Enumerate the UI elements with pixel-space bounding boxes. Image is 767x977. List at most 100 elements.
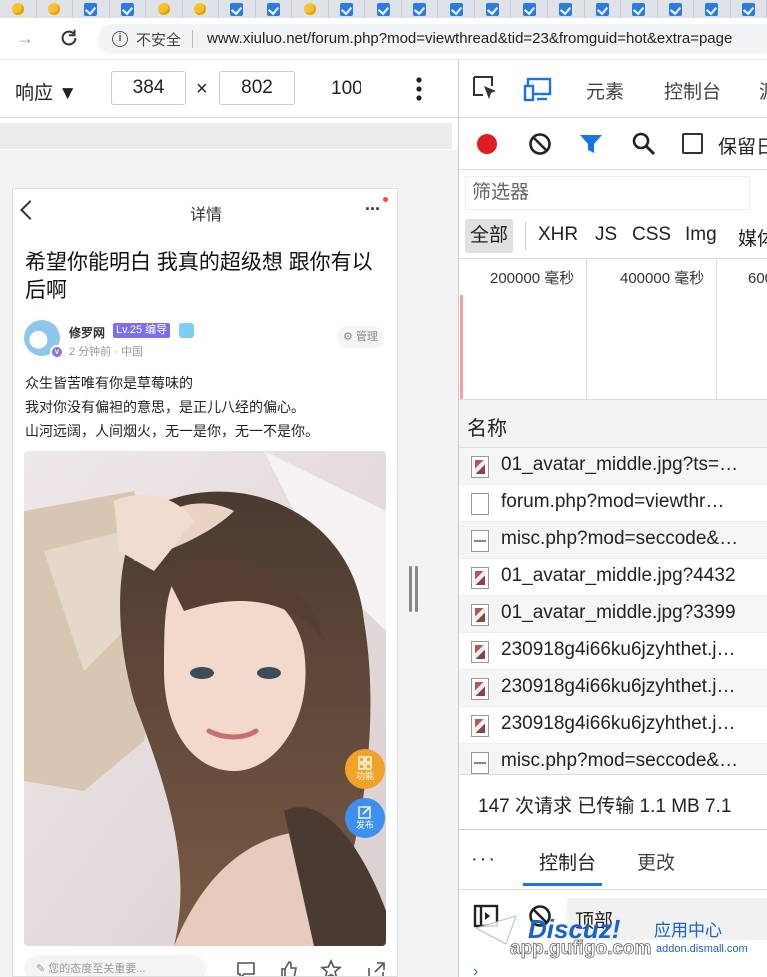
type-xhr[interactable]: XHR (538, 224, 578, 246)
drawer-tab-console[interactable]: 控制台 (539, 848, 596, 875)
responsive-dropdown[interactable]: 响应 ▼ (15, 78, 77, 105)
check-favicon-icon (230, 2, 244, 16)
type-all[interactable]: 全部 (465, 219, 514, 253)
request-row[interactable]: 01_avatar_middle.jpg?ts=… (459, 448, 767, 485)
type-media[interactable]: 媒体 (738, 224, 767, 251)
request-name: 01_avatar_middle.jpg?3399 (501, 602, 736, 623)
type-img[interactable]: Img (685, 224, 717, 246)
preserve-log-label[interactable]: 保留日志 (718, 132, 767, 159)
browser-tab[interactable] (292, 0, 329, 18)
function-fab[interactable]: 功能 (345, 749, 385, 789)
post-photo[interactable] (24, 451, 386, 946)
post-fab[interactable]: 发布 (345, 798, 385, 838)
filter-icon[interactable] (578, 132, 604, 156)
url-text[interactable]: www.xiuluo.net/forum.php?mod=viewthread&… (207, 30, 732, 47)
browser-tab[interactable] (402, 0, 439, 18)
reload-icon[interactable] (58, 27, 80, 49)
device-toolbar-icon[interactable] (523, 76, 553, 102)
bulb-favicon-icon (157, 3, 170, 15)
request-name: misc.php?mod=seccode&… (501, 528, 739, 549)
viewport-resize-handle[interactable] (408, 566, 420, 612)
clear-icon[interactable] (528, 132, 552, 156)
request-row[interactable]: 230918g4i66ku6jzyhthet.j… (459, 707, 767, 744)
timeline-label: 200000 毫秒 (490, 270, 575, 287)
browser-tab[interactable] (256, 0, 293, 18)
forward-arrow-icon[interactable]: → (14, 27, 36, 49)
browser-tab[interactable] (694, 0, 731, 18)
comment-icon[interactable] (235, 959, 257, 977)
check-favicon-icon (340, 2, 354, 16)
grid-icon (358, 756, 372, 770)
image-file-icon (471, 715, 489, 737)
type-css[interactable]: CSS (632, 224, 671, 246)
browser-tab[interactable] (0, 0, 37, 18)
browser-tab[interactable] (73, 0, 110, 18)
comment-placeholder: 您的态度至关重要... (48, 963, 146, 975)
request-row[interactable]: 01_avatar_middle.jpg?3399 (459, 596, 767, 633)
like-icon[interactable] (278, 959, 300, 977)
browser-tab[interactable] (329, 0, 366, 18)
media-query-ruler[interactable] (0, 123, 452, 149)
browser-tab[interactable] (365, 0, 402, 18)
type-js[interactable]: JS (595, 224, 617, 246)
more-dots-icon[interactable]: ··· (365, 199, 381, 220)
info-icon[interactable]: i (112, 31, 128, 47)
browser-tab[interactable] (585, 0, 622, 18)
insecure-label[interactable]: 不安全 (136, 29, 181, 50)
request-row[interactable]: 01_avatar_middle.jpg?4432 (459, 559, 767, 596)
record-icon[interactable] (474, 131, 500, 157)
device-width-input[interactable]: 384 (111, 71, 186, 105)
star-icon[interactable] (320, 959, 342, 977)
author-name[interactable]: 修罗网 (69, 324, 105, 341)
request-row[interactable]: misc.php?mod=seccode&… (459, 522, 767, 559)
preserve-log-checkbox[interactable] (682, 133, 703, 154)
request-row[interactable]: forum.php?mod=viewthr… (459, 485, 767, 522)
request-row[interactable]: 230918g4i66ku6jzyhthet.j… (459, 633, 767, 670)
request-row[interactable]: 230918g4i66ku6jzyhthet.j… (459, 670, 767, 707)
summary-text: 147 次请求 已传输 1.1 MB 7.1 (478, 796, 732, 817)
tab-elements[interactable]: 元素 (586, 77, 624, 104)
watermark-site: app.gufigo.com (510, 938, 651, 959)
drawer-tabbar: ··· 控制台 更改 (459, 830, 767, 890)
zoom-dropdown[interactable]: 100% (331, 78, 361, 100)
request-name: forum.php?mod=viewthr… (501, 491, 725, 512)
check-favicon-icon (486, 2, 500, 16)
browser-tab[interactable] (658, 0, 695, 18)
inspect-element-icon[interactable] (471, 74, 499, 102)
drawer-menu-icon[interactable]: ··· (471, 848, 497, 871)
browser-tab[interactable] (511, 0, 548, 18)
function-fab-label: 功能 (355, 771, 374, 781)
bulb-favicon-icon (48, 3, 61, 15)
search-icon[interactable] (631, 131, 657, 157)
manage-button[interactable]: ⚙ 管理 (337, 326, 384, 348)
browser-tab[interactable] (475, 0, 512, 18)
timeline-activity (460, 295, 463, 399)
comment-input[interactable]: ✎ 您的态度至关重要... (24, 955, 206, 976)
browser-tab[interactable] (731, 0, 767, 18)
image-file-icon (471, 604, 489, 626)
edit-icon (358, 806, 371, 819)
check-favicon-icon (705, 2, 719, 16)
more-options-icon[interactable] (410, 76, 428, 102)
request-name: misc.php?mod=seccode&… (501, 750, 739, 771)
browser-tab[interactable] (183, 0, 220, 18)
post-line: 我对你没有偏袒的意思，是正儿八经的偏心。 (25, 399, 305, 415)
browser-tab[interactable] (219, 0, 256, 18)
tab-strip (0, 0, 767, 18)
request-row[interactable]: misc.php?mod=seccode&… (459, 744, 767, 774)
browser-tab[interactable] (621, 0, 658, 18)
browser-tab[interactable] (110, 0, 147, 18)
timeline-overview[interactable]: 200000 毫秒 400000 毫秒 600000 毫秒 (459, 258, 767, 400)
network-filter-input[interactable]: 筛选器 (465, 176, 750, 210)
tab-sources[interactable]: 源 (759, 77, 767, 104)
browser-tab[interactable] (146, 0, 183, 18)
name-column-header[interactable]: 名称 (459, 400, 767, 448)
browser-tab[interactable] (37, 0, 74, 18)
share-icon[interactable] (365, 959, 387, 977)
device-height-input[interactable]: 802 (219, 71, 295, 105)
browser-tab[interactable] (548, 0, 585, 18)
request-name: 01_avatar_middle.jpg?4432 (501, 565, 736, 586)
tab-console[interactable]: 控制台 (664, 77, 721, 104)
browser-tab[interactable] (438, 0, 475, 18)
drawer-tab-changes[interactable]: 更改 (637, 848, 675, 875)
